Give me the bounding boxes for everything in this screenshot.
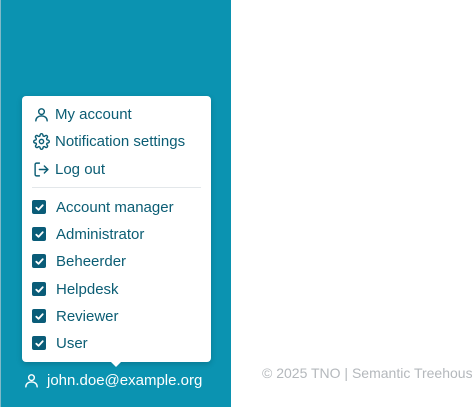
footer-copyright: © 2025 TNO | Semantic Treehouse xyxy=(262,365,472,381)
menu-item-label: Notification settings xyxy=(55,132,186,150)
menu-item-label: Log out xyxy=(55,160,106,178)
log-out-icon xyxy=(32,160,50,178)
role-label: Administrator xyxy=(56,225,145,243)
menu-divider xyxy=(32,187,201,188)
user-icon xyxy=(32,105,50,123)
role-helpdesk[interactable]: Helpdesk xyxy=(32,278,204,300)
checkbox-checked-icon[interactable] xyxy=(32,309,46,323)
user-email: john.doe@example.org xyxy=(47,371,203,389)
checkbox-checked-icon[interactable] xyxy=(32,282,46,296)
role-administrator[interactable]: Administrator xyxy=(32,223,204,245)
checkbox-checked-icon[interactable] xyxy=(32,227,46,241)
menu-item-notification-settings[interactable]: Notification settings xyxy=(32,130,204,152)
gear-icon xyxy=(32,132,50,150)
role-label: Beheerder xyxy=(56,252,127,270)
role-reviewer[interactable]: Reviewer xyxy=(32,305,204,327)
menu-caret xyxy=(110,361,122,367)
menu-item-log-out[interactable]: Log out xyxy=(32,158,204,180)
role-user[interactable]: User xyxy=(32,332,204,354)
menu-item-my-account[interactable]: My account xyxy=(32,103,204,125)
role-beheerder[interactable]: Beheerder xyxy=(32,250,204,272)
role-account-manager[interactable]: Account manager xyxy=(32,196,204,218)
user-icon xyxy=(22,371,40,389)
checkbox-checked-icon[interactable] xyxy=(32,336,46,350)
checkbox-checked-icon[interactable] xyxy=(32,200,46,214)
role-label: Reviewer xyxy=(56,307,119,325)
checkbox-checked-icon[interactable] xyxy=(32,254,46,268)
user-menu: My account Notification settings Log out xyxy=(22,96,211,362)
role-label: User xyxy=(56,334,88,352)
user-menu-toggle[interactable]: john.doe@example.org xyxy=(22,369,202,391)
role-label: Helpdesk xyxy=(56,280,119,298)
app-window: My account Notification settings Log out xyxy=(0,0,472,407)
role-label: Account manager xyxy=(56,198,174,216)
menu-item-label: My account xyxy=(55,105,132,123)
